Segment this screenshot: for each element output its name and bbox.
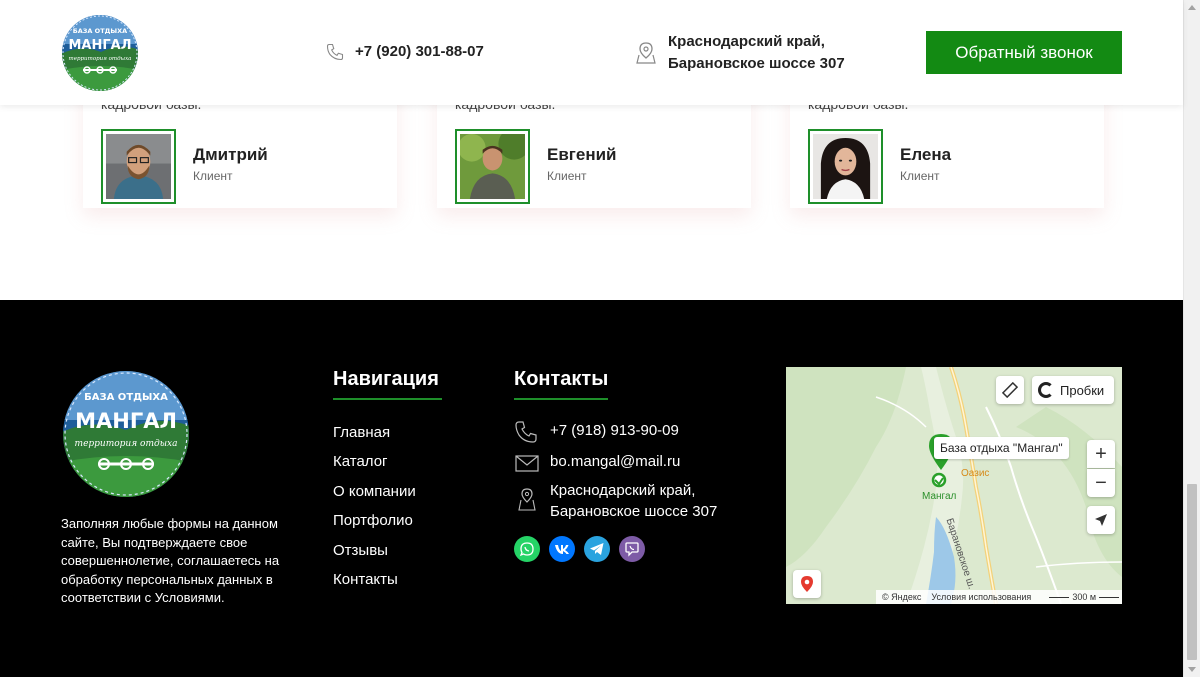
client-photo [101,129,176,204]
traffic-label: Пробки [1060,382,1105,398]
svg-text:БАЗА ОТДЫХА: БАЗА ОТДЫХА [84,392,168,403]
ruler-button[interactable] [996,376,1024,404]
callback-button[interactable]: Обратный звонок [926,31,1122,74]
vk-icon[interactable] [549,536,575,562]
footer-address-line1: Краснодарский край, [550,482,696,499]
client-photo [808,129,883,204]
footer-nav-catalog[interactable]: Каталог [333,453,416,482]
site-header: БАЗА ОТДЫХА МАНГАЛ территория отдыха +7 … [0,0,1183,105]
navigation-arrow-icon [1095,514,1107,526]
traffic-icon [1038,382,1054,398]
client-name: Евгений [547,145,617,164]
footer-address-row: Краснодарский край, Барановское шоссе 30… [514,480,717,522]
client-photo-image [813,134,878,199]
footer-phone[interactable]: +7 (918) 913-90-09 [550,420,679,441]
location-icon [636,42,656,64]
client-photo-image [106,134,171,199]
telegram-icon[interactable] [584,536,610,562]
client-photo-image [458,128,530,199]
ruler-icon [1002,382,1018,398]
scroll-down-arrow[interactable] [1188,667,1196,672]
footer-contacts-title: Контакты [514,368,609,390]
svg-text:МАНГАЛ: МАНГАЛ [68,38,131,53]
client-role: Клиент [900,169,940,183]
footer-nav-contacts[interactable]: Контакты [333,571,416,600]
footer-email-row: bo.mangal@mail.ru [514,451,680,475]
map-scale: 300 м [1049,592,1120,602]
zoom-in-button[interactable]: + [1087,440,1115,468]
footer-phone-row: +7 (918) 913-90-09 [514,420,679,444]
client-photo [455,128,530,204]
scroll-up-arrow[interactable] [1188,5,1196,10]
site-footer: БАЗА ОТДЫХА МАНГАЛ территория отдыха Зап… [0,300,1183,677]
footer-nav-home[interactable]: Главная [333,424,416,453]
footer-email[interactable]: bo.mangal@mail.ru [550,451,680,472]
nav-title-underline [333,398,442,400]
header-phone[interactable]: +7 (920) 301-88-07 [355,43,484,60]
header-address-line2: Барановское шоссе 307 [668,55,845,72]
footer-nav-portfolio[interactable]: Портфолио [333,512,416,541]
svg-text:территория отдыха: территория отдыха [69,56,132,62]
page-scrollbar[interactable] [1183,0,1200,677]
phone-icon [326,43,344,61]
client-role: Клиент [193,169,233,183]
footer-nav-about[interactable]: О компании [333,483,416,512]
social-links [514,536,645,562]
map-attribution: © Яндекс Условия использования 300 м [876,590,1122,604]
svg-text:БАЗА ОТДЫХА: БАЗА ОТДЫХА [73,27,127,35]
map-scale-label: 300 м [1072,592,1097,602]
client-name: Елена [900,145,952,164]
header-address-line1: Краснодарский край, [668,33,825,50]
map-mangal-label: Мангал [922,491,957,502]
svg-text:территория отдыха: территория отдыха [75,439,178,449]
traffic-button[interactable]: Пробки [1032,376,1114,404]
zoom-out-button[interactable]: − [1087,469,1115,497]
map-terms-link[interactable]: Условия использования [931,592,1031,602]
footer-logo[interactable]: БАЗА ОТДЫХА МАНГАЛ территория отдыха [62,370,190,498]
map-place-label[interactable]: База отдыха "Мангал" [934,437,1069,459]
site-logo[interactable]: БАЗА ОТДЫХА МАНГАЛ территория отдыха [61,14,139,92]
header-address: Краснодарский край, Барановское шоссе 30… [668,31,845,75]
map-pin-button[interactable] [793,570,821,598]
mail-icon [515,455,539,472]
geolocation-button[interactable] [1087,506,1115,534]
phone-icon [515,421,537,443]
footer-address: Краснодарский край, Барановское шоссе 30… [550,480,717,522]
footer-nav-reviews[interactable]: Отзывы [333,542,416,571]
whatsapp-icon[interactable] [514,536,540,562]
scroll-thumb[interactable] [1187,484,1197,660]
viber-icon[interactable] [619,536,645,562]
footer-address-line2: Барановское шоссе 307 [550,503,718,520]
red-pin-icon [801,576,813,592]
yandex-map[interactable]: База отдыха "Мангал" Оазис Мангал Барано… [786,367,1122,604]
map-copyright[interactable]: © Яндекс [882,592,921,602]
client-role: Клиент [547,169,587,183]
svg-text:МАНГАЛ: МАНГАЛ [75,409,177,433]
footer-nav-title: Навигация [333,368,439,390]
map-oasis-label: Оазис [961,468,990,479]
footer-nav: Главная Каталог О компании Портфолио Отз… [333,424,416,600]
contacts-title-underline [514,398,608,400]
location-icon [518,488,536,511]
privacy-consent-text: Заполняя любые формы на данном сайте, Вы… [61,516,280,605]
client-name: Дмитрий [193,145,268,164]
